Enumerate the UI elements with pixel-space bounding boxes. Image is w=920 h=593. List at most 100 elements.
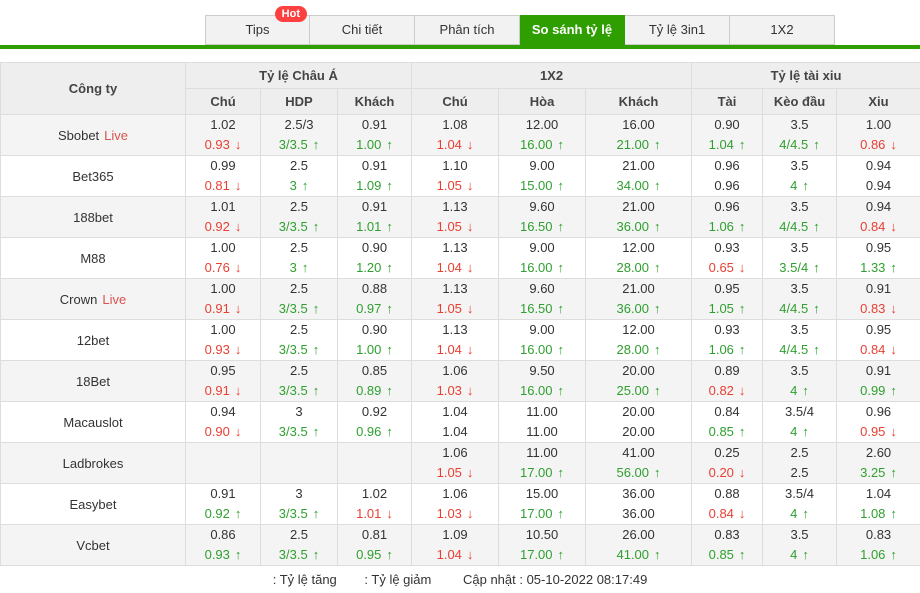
down-arrow-icon: ↓	[890, 342, 897, 357]
odds-cell: 9.0015.00↑	[499, 156, 586, 197]
tab-1x2[interactable]: 1X2	[730, 15, 835, 45]
odds-cell	[261, 443, 338, 484]
table-footer: : Tỷ lệ tăng : Tỷ lệ giảm Cập nhật : 05-…	[0, 566, 920, 593]
up-arrow-icon: ↑	[739, 301, 746, 316]
column-header-goal-line: Kèo đầu	[763, 89, 837, 115]
tab-chi-tiet[interactable]: Chi tiết	[310, 15, 415, 45]
up-arrow-icon: ↑	[890, 383, 897, 398]
column-header-home-1x2: Chú	[412, 89, 499, 115]
tab-so-sanh-ty-le[interactable]: So sánh tỷ lệ	[520, 15, 625, 45]
up-arrow-icon: ↑	[235, 506, 242, 521]
down-arrow-icon: ↓	[235, 219, 242, 234]
up-arrow-icon: ↑	[386, 260, 393, 275]
company-cell: SbobetLive	[1, 115, 186, 156]
active-tab-underline	[0, 45, 920, 49]
column-header-hdp: HDP	[261, 89, 338, 115]
table-row: 188bet1.010.92↓2.53/3.5↑0.911.01↑1.131.0…	[1, 197, 920, 238]
odds-cell: 16.0021.00↑	[586, 115, 692, 156]
odds-cell: 9.6016.50↑	[499, 197, 586, 238]
legend-down-label: : Tỷ lệ giảm	[364, 572, 431, 587]
odds-cell: 1.131.05↓	[412, 197, 499, 238]
odds-cell: 1.101.05↓	[412, 156, 499, 197]
up-arrow-icon: ↑	[890, 465, 897, 480]
odds-cell: 3.54↑	[763, 361, 837, 402]
odds-cell: 0.880.97↑	[338, 279, 412, 320]
down-arrow-icon: ↓	[739, 506, 746, 521]
odds-cell: 3.53.5/4↑	[763, 238, 837, 279]
odds-cell: 0.940.90↓	[186, 402, 261, 443]
odds-cell	[338, 443, 412, 484]
up-arrow-icon: ↑	[558, 137, 565, 152]
odds-cell: 1.000.91↓	[186, 279, 261, 320]
odds-cell: 3.54↑	[763, 525, 837, 566]
company-name: 188bet	[73, 210, 113, 225]
down-arrow-icon: ↓	[467, 260, 474, 275]
odds-cell: 0.901.04↑	[692, 115, 763, 156]
company-cell: Ladbrokes	[1, 443, 186, 484]
company-cell: CrownLive	[1, 279, 186, 320]
odds-cell: 0.940.94	[837, 156, 920, 197]
up-arrow-icon: ↑	[654, 137, 661, 152]
odds-cell: 41.0056.00↑	[586, 443, 692, 484]
company-name: Macauslot	[63, 415, 122, 430]
odds-cell: 2.53/3.5↑	[261, 525, 338, 566]
up-arrow-icon: ↑	[558, 178, 565, 193]
odds-cell: 1.061.03↓	[412, 361, 499, 402]
company-name: Ladbrokes	[63, 456, 124, 471]
odds-cell: 9.6016.50↑	[499, 279, 586, 320]
up-arrow-icon: ↑	[813, 219, 820, 234]
up-arrow-icon: ↑	[386, 424, 393, 439]
down-arrow-icon: ↓	[467, 465, 474, 480]
up-arrow-icon: ↑	[890, 547, 897, 562]
up-arrow-icon: ↑	[386, 383, 393, 398]
up-arrow-icon: ↑	[386, 342, 393, 357]
down-arrow-icon: ↓	[235, 178, 242, 193]
up-arrow-icon: ↑	[386, 137, 393, 152]
up-arrow-icon: ↑	[558, 219, 565, 234]
up-arrow-icon: ↑	[386, 547, 393, 562]
odds-cell: 36.0036.00	[586, 484, 692, 525]
odds-cell: 0.920.96↑	[338, 402, 412, 443]
up-arrow-icon: ↑	[313, 506, 320, 521]
up-arrow-icon: ↑	[813, 137, 820, 152]
up-arrow-icon: ↑	[302, 260, 309, 275]
down-arrow-icon: ↓	[739, 465, 746, 480]
odds-cell: 3.54/4.5↑	[763, 279, 837, 320]
down-arrow-icon: ↓	[467, 383, 474, 398]
table-row: SbobetLive1.020.93↓ 2.5/33/3.5↑ 0.911.00…	[1, 115, 920, 156]
group-header-over-under: Tỷ lệ tài xiu	[692, 63, 920, 89]
up-arrow-icon: ↑	[890, 506, 897, 521]
odds-cell: 1.000.76↓	[186, 238, 261, 279]
odds-cell: 21.0036.00↑	[586, 197, 692, 238]
down-arrow-icon: ↓	[467, 301, 474, 316]
column-header-under: Xiu	[837, 89, 920, 115]
down-arrow-icon: ↓	[235, 383, 242, 398]
up-arrow-icon: ↑	[813, 260, 820, 275]
column-header-over: Tài	[692, 89, 763, 115]
odds-cell: 0.940.84↓	[837, 197, 920, 238]
down-arrow-icon: ↓	[739, 383, 746, 398]
company-name: 18Bet	[76, 374, 110, 389]
odds-cell: 3.54/4.5↑	[763, 197, 837, 238]
table-row: Vcbet0.860.93↑2.53/3.5↑0.810.95↑1.091.04…	[1, 525, 920, 566]
tab-phan-tich[interactable]: Phân tích	[415, 15, 520, 45]
tab-ty-le-3in1[interactable]: Tỷ lệ 3in1	[625, 15, 730, 45]
company-cell: 18Bet	[1, 361, 186, 402]
down-arrow-icon: ↓	[467, 137, 474, 152]
odds-cell: 9.0016.00↑	[499, 238, 586, 279]
odds-comparison-table: Công ty Tỷ lệ Châu Á 1X2 Tỷ lệ tài xiu C…	[0, 62, 920, 566]
up-arrow-icon: ↑	[558, 260, 565, 275]
up-arrow-icon: ↑	[654, 260, 661, 275]
odds-cell: 12.0028.00↑	[586, 238, 692, 279]
tab-tips[interactable]: Tips Hot	[205, 15, 310, 45]
company-name: M88	[80, 251, 105, 266]
up-arrow-icon: ↑	[313, 219, 320, 234]
odds-cell: 3.5/44↑	[763, 402, 837, 443]
down-arrow-icon: ↓	[467, 547, 474, 562]
up-arrow-icon: ↑	[654, 383, 661, 398]
odds-cell: 21.0036.00↑	[586, 279, 692, 320]
company-cell: Macauslot	[1, 402, 186, 443]
odds-cell: 1.061.05↓	[412, 443, 499, 484]
odds-comparison-page: Tips Hot Chi tiết Phân tích So sánh tỷ l…	[0, 0, 920, 593]
odds-cell: 0.850.89↑	[338, 361, 412, 402]
